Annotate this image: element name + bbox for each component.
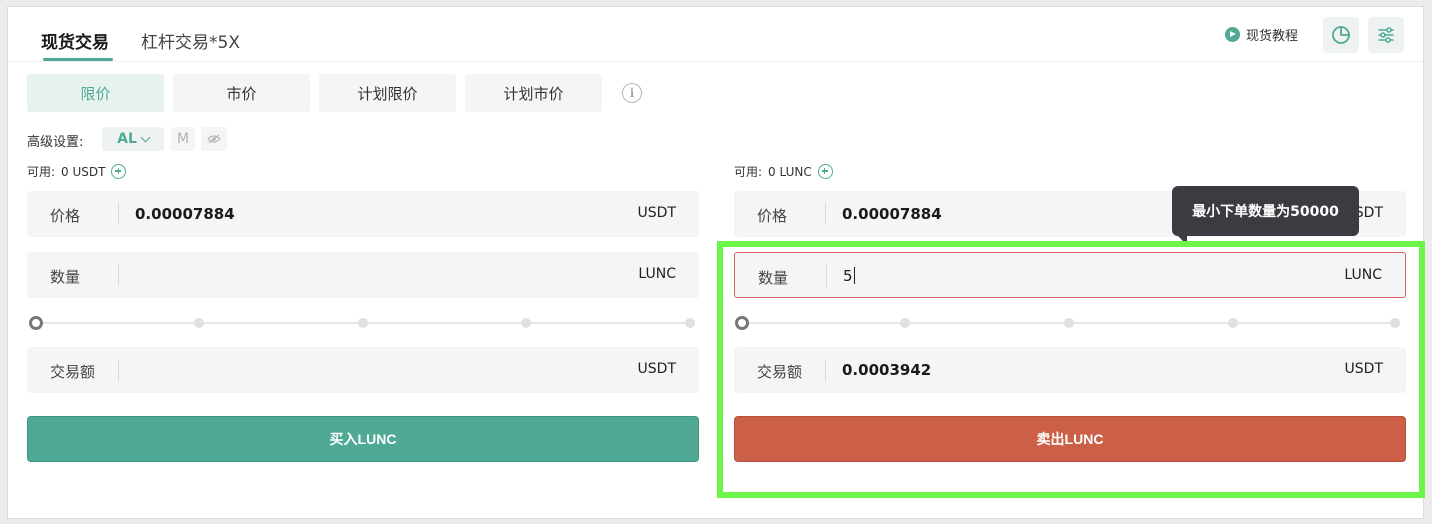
buy-amount-label: 交易额 [50,363,96,381]
pie-chart-button[interactable] [1323,17,1359,53]
add-funds-icon[interactable] [111,164,127,179]
sell-amount-field[interactable]: 交易额 0.0003942 USDT [734,347,1406,393]
min-quantity-tooltip: 最小下单数量为50000 [1172,186,1359,245]
slider-step-25[interactable] [900,318,910,328]
slider-step-100[interactable] [1390,318,1400,328]
buy-available-value: 0 USDT [61,164,106,179]
sell-price-label: 价格 [757,207,788,225]
trade-tabs: 现货交易 杠杆交易*5X 现货教程 [8,7,1423,62]
active-tab-indicator [43,58,113,61]
tutorial-label: 现货教程 [1246,29,1299,44]
buy-price-label: 价格 [50,207,81,225]
sell-quantity-value: 5 [843,267,853,285]
tutorial-link[interactable]: 现货教程 [1225,25,1298,44]
buy-percent-slider[interactable] [29,316,695,330]
slider-step-25[interactable] [194,318,204,328]
order-type-market[interactable]: 市价 [173,74,310,112]
tab-spot[interactable]: 现货交易 [41,28,109,53]
slider-handle[interactable] [735,316,749,330]
sell-quantity-field[interactable]: 数量 5 LUNC [734,252,1406,298]
sell-available: 可用: 0 LUNC [734,163,833,180]
sell-percent-slider[interactable] [735,316,1400,330]
sell-available-value: 0 LUNC [768,164,812,179]
slider-step-50[interactable] [358,318,368,328]
divider [118,203,119,225]
advanced-m-toggle[interactable]: M [171,127,195,151]
buy-quantity-unit: LUNC [638,266,676,282]
info-icon[interactable]: i [622,83,642,103]
slider-step-100[interactable] [685,318,695,328]
divider [118,264,119,286]
settings-button[interactable] [1368,17,1404,53]
trade-panel: 现货交易 杠杆交易*5X 现货教程 限价 市价 计划限价 计划市价 i 高级设置… [7,6,1424,519]
divider [825,359,826,381]
order-type-limit[interactable]: 限价 [27,74,164,112]
order-type-plan-limit[interactable]: 计划限价 [319,74,456,112]
sell-quantity-label: 数量 [758,269,789,287]
sell-price-input[interactable]: 0.00007884 [842,205,942,223]
order-type-plan-market[interactable]: 计划市价 [465,74,602,112]
text-caret [853,267,855,284]
sell-amount-label: 交易额 [757,363,803,381]
chevron-down-icon [140,132,151,142]
buy-price-unit: USDT [637,205,676,221]
play-icon [1225,27,1240,42]
sell-button[interactable]: 卖出LUNC [734,416,1406,462]
slider-step-75[interactable] [1228,318,1238,328]
buy-price-input[interactable]: 0.00007884 [135,205,235,223]
divider [118,359,119,381]
buy-amount-unit: USDT [637,361,676,377]
advanced-al-value: AL [117,131,137,147]
slider-step-75[interactable] [521,318,531,328]
buy-price-field[interactable]: 价格 0.00007884 USDT [27,191,699,237]
buy-available-label: 可用: [27,165,56,179]
advanced-settings-label: 高级设置: [27,135,84,150]
divider [825,203,826,225]
tab-margin[interactable]: 杠杆交易*5X [141,28,240,53]
hide-toggle[interactable] [201,127,227,151]
sell-amount-unit: USDT [1344,361,1383,377]
buy-button[interactable]: 买入LUNC [27,416,699,462]
buy-quantity-field[interactable]: 数量 LUNC [27,252,699,298]
sell-quantity-input[interactable]: 5 [843,267,855,285]
buy-available: 可用: 0 USDT [27,163,127,180]
buy-amount-field[interactable]: 交易额 USDT [27,347,699,393]
slider-handle[interactable] [29,316,43,330]
advanced-al-dropdown[interactable]: AL [102,127,164,151]
sell-amount-input[interactable]: 0.0003942 [842,361,931,379]
slider-step-50[interactable] [1064,318,1074,328]
sell-quantity-unit: LUNC [1344,267,1382,283]
add-funds-icon[interactable] [817,164,833,179]
sliders-icon [1378,27,1394,43]
pie-chart-icon [1332,26,1350,44]
buy-quantity-label: 数量 [50,268,81,286]
eye-off-icon [207,134,221,144]
divider [826,265,827,287]
sell-available-label: 可用: [734,165,763,179]
